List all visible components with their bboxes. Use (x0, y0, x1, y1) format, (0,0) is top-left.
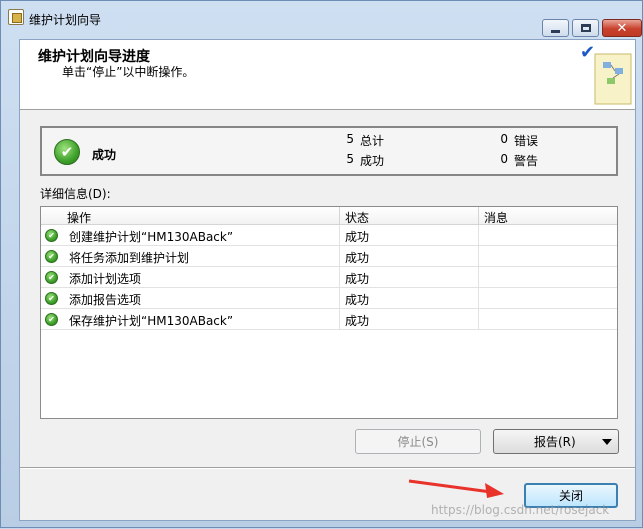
minimize-icon (551, 29, 560, 33)
row-status: 成功 (345, 251, 370, 265)
maximize-icon (580, 24, 591, 32)
row-action: 添加计划选项 (69, 272, 142, 286)
row-status: 成功 (345, 293, 370, 307)
row-divider (478, 309, 479, 330)
row-status: 成功 (345, 272, 370, 286)
error-count: 0 (500, 132, 508, 146)
total-label: 总计 (360, 134, 385, 148)
error-label: 错误 (514, 134, 539, 148)
warning-label: 警告 (514, 154, 539, 168)
dropdown-arrow-icon[interactable] (602, 439, 612, 445)
summary-panel: ✔ 成功 5 总计 5 成功 0 错误 0 警告 (40, 126, 618, 176)
wizard-window: 维护计划向导 ✕ 维护计划向导进度 单击“停止”以中断操作。 ✔ ✔ 成功 5 … (0, 0, 643, 528)
column-divider[interactable] (339, 207, 340, 225)
row-action: 添加报告选项 (69, 293, 142, 307)
wizard-header: 维护计划向导进度 单击“停止”以中断操作。 ✔ (20, 40, 635, 110)
row-divider (339, 225, 340, 246)
column-divider[interactable] (478, 207, 479, 225)
row-divider (339, 288, 340, 309)
summary-status: 成功 (92, 148, 117, 162)
row-action: 保存维护计划“HM130ABack” (69, 314, 234, 328)
table-row[interactable]: ✔ 创建维护计划“HM130ABack” 成功 (41, 225, 617, 246)
report-button-label: 报告(R) (534, 435, 576, 449)
table-row[interactable]: ✔ 将任务添加到维护计划 成功 (41, 246, 617, 267)
row-success-icon: ✔ (45, 250, 58, 263)
total-count: 5 (346, 132, 354, 146)
maximize-button[interactable] (572, 19, 599, 37)
minimize-button[interactable] (542, 19, 569, 37)
wizard-graphic-icon (594, 53, 632, 105)
row-success-icon: ✔ (45, 229, 58, 242)
column-header-message[interactable]: 消息 (484, 209, 508, 226)
column-header-action[interactable]: 操作 (67, 209, 91, 226)
row-action: 创建维护计划“HM130ABack” (69, 230, 234, 244)
row-success-icon: ✔ (45, 313, 58, 326)
row-divider (478, 246, 479, 267)
row-divider (478, 267, 479, 288)
row-action: 将任务添加到维护计划 (69, 251, 190, 265)
page-subtitle: 单击“停止”以中断操作。 (62, 65, 195, 79)
watermark: https://blog.csdn.net/rosejack (431, 503, 610, 517)
row-success-icon: ✔ (45, 271, 58, 284)
row-status: 成功 (345, 230, 370, 244)
column-header-status[interactable]: 状态 (345, 209, 369, 226)
row-success-icon: ✔ (45, 292, 58, 305)
row-divider (339, 309, 340, 330)
table-row[interactable]: ✔ 添加报告选项 成功 (41, 288, 617, 309)
details-label: 详细信息(D): (40, 187, 111, 201)
success-count: 5 (346, 152, 354, 166)
stop-button[interactable]: 停止(S) (355, 429, 481, 454)
footer-divider (20, 467, 635, 469)
window-close-button[interactable]: ✕ (602, 19, 642, 37)
row-divider (339, 246, 340, 267)
success-label: 成功 (360, 154, 385, 168)
wizard-client-area: 维护计划向导进度 单击“停止”以中断操作。 ✔ ✔ 成功 5 总计 5 成功 0… (19, 39, 636, 521)
table-row[interactable]: ✔ 保存维护计划“HM130ABack” 成功 (41, 309, 617, 330)
title-bar[interactable]: 维护计划向导 ✕ (1, 1, 642, 39)
report-button[interactable]: 报告(R) (493, 429, 619, 454)
warning-count: 0 (500, 152, 508, 166)
details-grid[interactable]: 操作 状态 消息 ✔ 创建维护计划“HM130ABack” 成功 ✔ 将任务添加… (40, 206, 618, 419)
success-icon: ✔ (54, 139, 80, 165)
row-status: 成功 (345, 314, 370, 328)
row-divider (478, 288, 479, 309)
app-icon (8, 9, 24, 25)
window-title: 维护计划向导 (29, 13, 102, 27)
grid-header: 操作 状态 消息 (41, 207, 617, 225)
close-icon: ✕ (616, 20, 628, 36)
row-divider (478, 225, 479, 246)
table-row[interactable]: ✔ 添加计划选项 成功 (41, 267, 617, 288)
row-divider (339, 267, 340, 288)
